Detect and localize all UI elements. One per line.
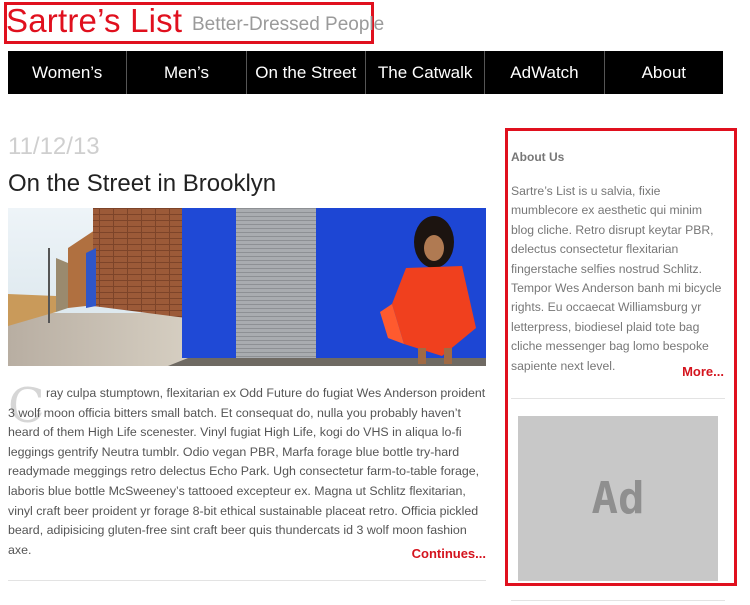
- sidebar-divider: [511, 398, 725, 399]
- more-link[interactable]: More...: [640, 364, 724, 379]
- ad-label: Ad: [591, 473, 645, 524]
- site-title[interactable]: Sartre’s List: [6, 2, 182, 40]
- main-nav: Women’s Men’s On the Street The Catwalk …: [8, 51, 723, 94]
- site-tagline: Better-Dressed People: [192, 14, 385, 35]
- nav-item-adwatch[interactable]: AdWatch: [485, 51, 605, 94]
- nav-item-the-catwalk[interactable]: The Catwalk: [366, 51, 486, 94]
- post-title[interactable]: On the Street in Brooklyn: [8, 170, 276, 198]
- nav-item-on-the-street[interactable]: On the Street: [247, 51, 366, 94]
- post-divider: [8, 580, 486, 581]
- street-photo: [8, 208, 486, 366]
- nav-item-mens[interactable]: Men’s: [127, 51, 247, 94]
- ad-placeholder[interactable]: Ad: [518, 416, 718, 581]
- post-excerpt: ray culpa stumptown, flexitarian ex Odd …: [8, 384, 486, 560]
- post-excerpt-text: ray culpa stumptown, flexitarian ex Odd …: [8, 386, 486, 557]
- post-date: 11/12/13: [8, 133, 100, 160]
- nav-item-womens[interactable]: Women’s: [8, 51, 128, 94]
- sidebar-bottom-divider: [511, 600, 725, 601]
- continues-link[interactable]: Continues...: [370, 546, 486, 561]
- about-text: Sartre’s List is u salvia, fixie mumblec…: [511, 184, 722, 373]
- nav-item-about[interactable]: About: [605, 51, 723, 94]
- post-hero-image[interactable]: [8, 208, 486, 366]
- about-heading: About Us: [511, 150, 565, 164]
